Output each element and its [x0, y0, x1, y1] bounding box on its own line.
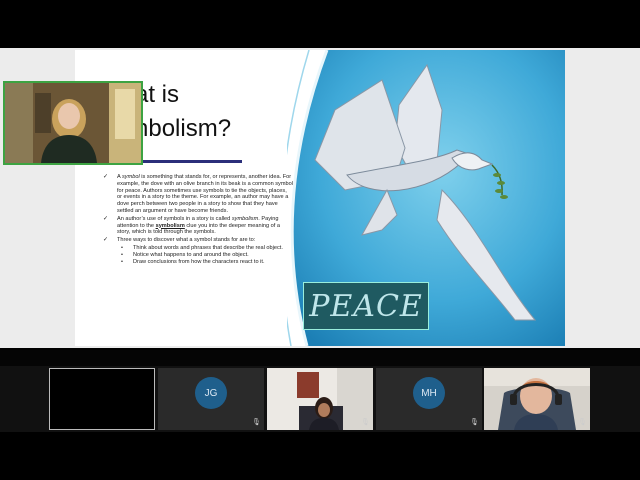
- top-bar: [0, 0, 640, 48]
- peace-caption: PEACE: [303, 282, 429, 330]
- sub-bullet-item: • Draw conclusions from how the character…: [121, 258, 265, 265]
- title-underline: [130, 160, 242, 163]
- bullet-item: ✓ Three ways to discover what a symbol s…: [103, 237, 256, 244]
- participant-tile-jg[interactable]: JG 🎙: [158, 368, 264, 430]
- presenter-video: [5, 83, 141, 163]
- participant-video: [267, 368, 373, 430]
- bottom-bar: [0, 432, 640, 480]
- participant-tile-mh[interactable]: MH 🎙: [376, 368, 482, 430]
- checkmark-icon: ✓: [103, 215, 109, 222]
- avatar: JG: [195, 377, 227, 409]
- bullet-item: ✓ A symbol is something that stands for,…: [103, 174, 293, 214]
- participant-tile-video-1[interactable]: 🎙: [267, 368, 373, 430]
- muted-mic-icon: 🎙: [361, 419, 370, 426]
- sub-bullet-item: • Notice what happens to and around the o…: [121, 251, 249, 258]
- sub-bullet-item: • Think about words and phrases that desc…: [121, 244, 283, 251]
- avatar: MH: [413, 377, 445, 409]
- checkmark-icon: ✓: [103, 237, 109, 244]
- slide-bullets: ✓ A symbol is something that stands for,…: [103, 174, 293, 265]
- checkmark-icon: ✓: [103, 174, 109, 180]
- presenter-video-thumbnail[interactable]: [3, 81, 143, 165]
- bullet-item: ✓ An author’s use of symbols in a story …: [103, 215, 280, 236]
- muted-mic-icon: 🎙: [578, 419, 587, 426]
- shared-slide: at is nbolism? ✓ A symbol is something t…: [75, 50, 565, 346]
- muted-mic-icon: 🎙: [252, 419, 261, 426]
- participant-tile-video-2[interactable]: 🎙: [484, 368, 590, 430]
- participant-video: [484, 368, 590, 430]
- muted-mic-icon: 🎙: [470, 419, 479, 426]
- symbolism-link[interactable]: symbolism: [156, 223, 185, 229]
- gallery-divider: [0, 350, 640, 366]
- participant-tile-self[interactable]: [49, 368, 155, 430]
